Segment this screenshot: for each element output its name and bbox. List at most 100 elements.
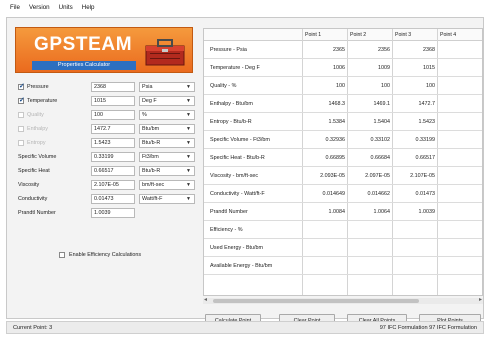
table-cell[interactable]: 1.5423 bbox=[395, 119, 436, 125]
table-row: Quality - % 100 100 100 bbox=[204, 77, 482, 95]
table-cell[interactable]: 0.014662 bbox=[350, 191, 390, 197]
main-window: GPSTEAM Properties Calculator Pressure 2… bbox=[6, 17, 484, 328]
scroll-right-icon[interactable]: ▸ bbox=[479, 296, 482, 303]
table-cell[interactable]: 1.0064 bbox=[350, 209, 391, 215]
table-cell[interactable]: 0.01473 bbox=[395, 191, 436, 197]
table-cell[interactable]: 100 bbox=[305, 83, 345, 89]
scroll-left-icon[interactable]: ◂ bbox=[204, 296, 207, 303]
table-cell[interactable]: 2356 bbox=[350, 47, 390, 53]
table-row: Available Energy - Btu/bm bbox=[204, 257, 482, 275]
enthalpy-unit-text: Btu/bm bbox=[142, 126, 160, 132]
table-cell[interactable]: 1469.1 bbox=[350, 101, 391, 107]
grid-header-point-4[interactable]: Point 4 bbox=[437, 29, 482, 41]
table-cell[interactable]: 1009 bbox=[350, 65, 390, 71]
table-row: Viscosity - bm/ft-sec 2.093E-05 2.097E-05 2… bbox=[204, 167, 482, 185]
specific-heat-unit-select[interactable]: Btu/b-R ▼ bbox=[139, 166, 195, 176]
grid-header-point-3[interactable]: Point 3 bbox=[392, 29, 437, 41]
logo-subtitle: Properties Calculator bbox=[32, 61, 136, 70]
enthalpy-checkbox[interactable] bbox=[18, 126, 24, 132]
table-cell[interactable]: 0.32936 bbox=[305, 137, 346, 143]
table-cell[interactable]: 1.0039 bbox=[395, 209, 436, 215]
pressure-checkbox[interactable] bbox=[18, 82, 25, 90]
quality-checkbox[interactable] bbox=[18, 112, 24, 118]
table-cell[interactable]: 1006 bbox=[305, 65, 345, 71]
specific-heat-value[interactable]: 0.66517 bbox=[91, 166, 135, 176]
entropy-unit-select[interactable]: Btu/b-R ▼ bbox=[139, 138, 195, 148]
table-cell[interactable]: 0.014649 bbox=[305, 191, 345, 197]
enthalpy-unit-select[interactable]: Btu/bm ▼ bbox=[139, 124, 195, 134]
prandtl-value[interactable]: 1.0039 bbox=[91, 208, 135, 218]
temperature-value-input[interactable]: 1015 bbox=[91, 96, 135, 106]
table-cell[interactable]: 1468.3 bbox=[305, 101, 346, 107]
viscosity-value[interactable]: 2.107E-05 bbox=[91, 180, 135, 190]
specific-volume-value[interactable]: 0.33199 bbox=[91, 152, 135, 162]
temperature-unit-text: Deg F bbox=[142, 98, 157, 104]
entropy-checkbox[interactable] bbox=[18, 140, 24, 146]
table-row: Used Energy - Btu/bm bbox=[204, 239, 482, 257]
menu-help[interactable]: Help bbox=[82, 4, 95, 11]
table-cell[interactable]: 2365 bbox=[305, 47, 345, 53]
efficiency-checkbox[interactable] bbox=[59, 252, 65, 258]
grid-header-point-1[interactable]: Point 1 bbox=[302, 29, 347, 41]
table-cell[interactable]: 100 bbox=[395, 83, 435, 89]
table-cell[interactable]: 100 bbox=[350, 83, 390, 89]
enthalpy-value-input[interactable]: 1472.7 bbox=[91, 124, 135, 134]
menu-units[interactable]: Units bbox=[59, 4, 73, 11]
quality-value-input[interactable]: 100 bbox=[91, 110, 135, 120]
row-label: Enthalpy - Btu/bm bbox=[210, 101, 253, 107]
menu-version[interactable]: Version bbox=[29, 4, 50, 11]
input-row-prandtl: Prandtl Number 1.0039 bbox=[15, 208, 195, 219]
conductivity-unit-select[interactable]: Watt/ft-F ▼ bbox=[139, 194, 195, 204]
table-cell[interactable]: 2.093E-05 bbox=[305, 173, 345, 179]
row-label: Used Energy - Btu/bm bbox=[210, 245, 264, 251]
efficiency-label: Enable Efficiency Calculations bbox=[69, 252, 142, 258]
grid-horizontal-scrollbar[interactable]: ◂ ▸ bbox=[203, 296, 483, 304]
status-current-point: Current Point: 3 bbox=[13, 325, 53, 331]
row-label: Quality - % bbox=[210, 83, 237, 89]
table-cell[interactable]: 0.66684 bbox=[350, 155, 391, 161]
table-cell[interactable]: 1015 bbox=[395, 65, 435, 71]
temperature-unit-select[interactable]: Deg F ▼ bbox=[139, 96, 195, 106]
row-label: Specific Heat - Btu/b-R bbox=[210, 155, 265, 161]
scrollbar-thumb[interactable] bbox=[213, 299, 419, 303]
chevron-down-icon: ▼ bbox=[186, 112, 191, 118]
table-cell[interactable]: 2.097E-05 bbox=[350, 173, 390, 179]
toolbox-icon bbox=[145, 39, 185, 66]
menu-file[interactable]: File bbox=[10, 4, 20, 11]
pressure-unit-text: Psia bbox=[142, 84, 153, 90]
table-cell[interactable]: 0.33102 bbox=[350, 137, 391, 143]
specific-volume-unit-select[interactable]: Ft3/bm ▼ bbox=[139, 152, 195, 162]
viscosity-unit-select[interactable]: bm/ft-sec ▼ bbox=[139, 180, 195, 190]
pressure-value-input[interactable]: 2368 bbox=[91, 82, 135, 92]
results-grid[interactable]: Point 1 Point 2 Point 3 Point 4 Pressure… bbox=[203, 28, 483, 296]
status-formulation: 97 IFC Formulation 97 IFC Formulation bbox=[379, 325, 477, 331]
table-cell[interactable]: 2.107E-05 bbox=[395, 173, 435, 179]
chevron-down-icon: ▼ bbox=[186, 140, 191, 146]
quality-label: Quality bbox=[27, 112, 44, 118]
entropy-unit-text: Btu/b-R bbox=[142, 140, 161, 146]
grid-header-point-2[interactable]: Point 2 bbox=[347, 29, 392, 41]
table-cell[interactable]: 2368 bbox=[395, 47, 435, 53]
table-cell[interactable]: 1.5384 bbox=[305, 119, 346, 125]
input-row-specific-heat: Specific Heat 0.66517 Btu/b-R ▼ bbox=[15, 166, 195, 177]
table-row: Conductivity - Watt/ft-F 0.014649 0.014662… bbox=[204, 185, 482, 203]
temperature-checkbox[interactable] bbox=[18, 96, 25, 104]
entropy-value-input[interactable]: 1.5423 bbox=[91, 138, 135, 148]
pressure-label: Pressure bbox=[27, 84, 49, 90]
conductivity-unit-text: Watt/ft-F bbox=[142, 196, 163, 202]
table-cell[interactable]: 0.33199 bbox=[395, 137, 436, 143]
table-cell[interactable]: 0.66517 bbox=[395, 155, 436, 161]
input-row-conductivity: Conductivity 0.01473 Watt/ft-F ▼ bbox=[15, 194, 195, 205]
quality-unit-select[interactable]: % ▼ bbox=[139, 110, 195, 120]
prandtl-label: Prandtl Number bbox=[18, 210, 56, 216]
conductivity-value[interactable]: 0.01473 bbox=[91, 194, 135, 204]
table-cell[interactable]: 0.66895 bbox=[305, 155, 346, 161]
input-row-specific-volume: Specific Volume 0.33199 Ft3/bm ▼ bbox=[15, 152, 195, 163]
table-cell[interactable]: 1.0084 bbox=[305, 209, 346, 215]
chevron-down-icon: ▼ bbox=[186, 98, 191, 104]
table-cell[interactable]: 1.5404 bbox=[350, 119, 391, 125]
grid-corner-header bbox=[204, 29, 302, 41]
pressure-unit-select[interactable]: Psia ▼ bbox=[139, 82, 195, 92]
chevron-down-icon: ▼ bbox=[186, 84, 191, 90]
table-cell[interactable]: 1472.7 bbox=[395, 101, 436, 107]
